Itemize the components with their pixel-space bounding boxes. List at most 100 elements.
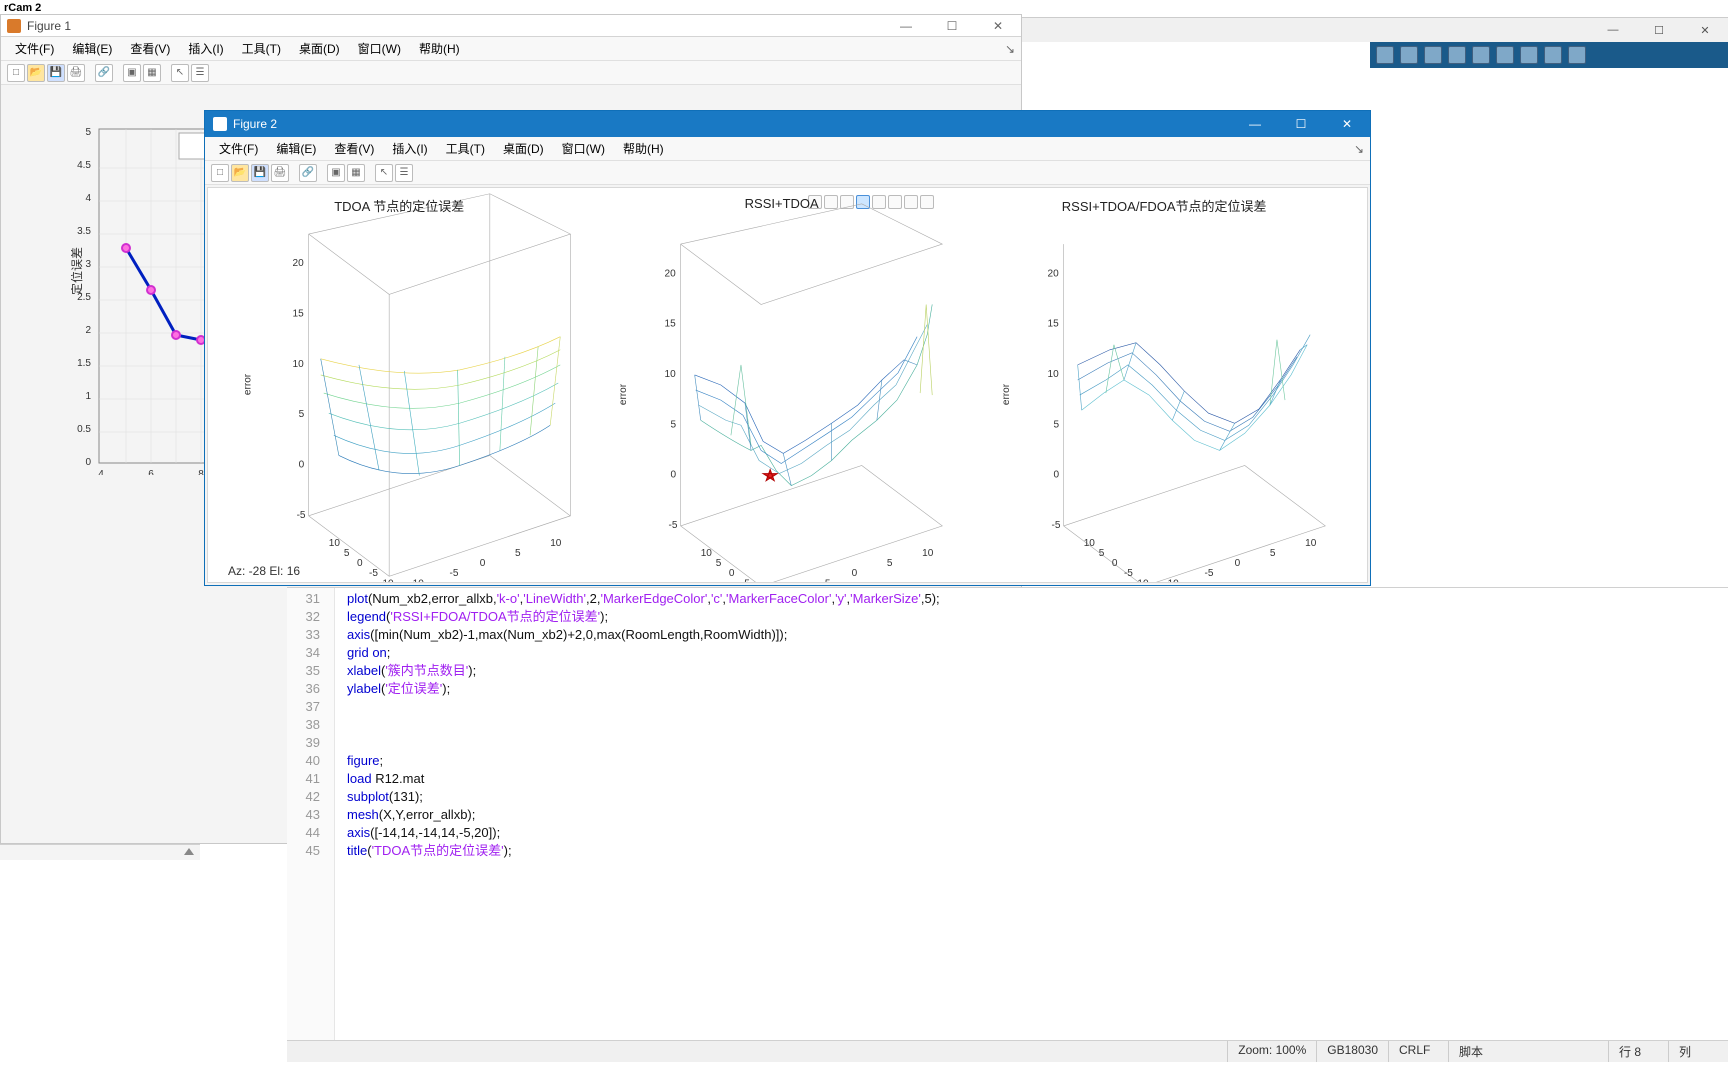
- svg-text:0: 0: [1112, 558, 1118, 569]
- svg-text:error: error: [1001, 383, 1012, 405]
- svg-text:0: 0: [852, 568, 858, 579]
- figure1-close-button[interactable]: ✕: [975, 15, 1021, 37]
- help-icon[interactable]: [1544, 46, 1562, 64]
- svg-text:5: 5: [1270, 548, 1276, 559]
- svg-text:4: 4: [98, 469, 104, 475]
- figure2-minimize-button[interactable]: —: [1232, 111, 1278, 137]
- open-icon[interactable]: 📂: [27, 64, 45, 82]
- menu-overflow-icon[interactable]: ↘: [1005, 42, 1021, 56]
- svg-text:5: 5: [299, 409, 305, 420]
- svg-text:0: 0: [299, 460, 305, 471]
- new-icon[interactable]: □: [211, 164, 229, 182]
- menu-file[interactable]: 文件(F): [7, 38, 62, 59]
- figure2-close-button[interactable]: ✕: [1324, 111, 1370, 137]
- svg-text:5: 5: [1099, 548, 1105, 559]
- svg-text:6: 6: [148, 469, 154, 475]
- figure2-window[interactable]: Figure 2 — ☐ ✕ 文件(F) 编辑(E) 查看(V) 插入(I) 工…: [204, 110, 1371, 586]
- svg-text:5: 5: [671, 419, 677, 430]
- dock-icon[interactable]: ▣: [123, 64, 141, 82]
- status-zoom[interactable]: Zoom: 100%: [1227, 1041, 1316, 1062]
- svg-text:5: 5: [1053, 419, 1059, 430]
- status-col: 列: [1668, 1041, 1728, 1062]
- subplot1-title: TDOA 节点的定位误差: [208, 196, 590, 215]
- subplot3-title: RSSI+TDOA/FDOA节点的定位误差: [973, 196, 1355, 215]
- panel-collapse-handle[interactable]: [0, 844, 200, 860]
- pointer-icon[interactable]: ↖: [375, 164, 393, 182]
- svg-text:10: 10: [665, 369, 677, 380]
- svg-text:15: 15: [293, 309, 305, 320]
- print-icon[interactable]: 🖨: [67, 64, 85, 82]
- azimuth-elevation-readout: Az: -28 El: 16: [228, 564, 300, 578]
- cut-icon[interactable]: [1400, 46, 1418, 64]
- undo-icon[interactable]: [1472, 46, 1490, 64]
- menu-window[interactable]: 窗口(W): [350, 38, 409, 59]
- svg-text:-5: -5: [369, 568, 378, 579]
- svg-text:5: 5: [515, 548, 521, 559]
- code-editor[interactable]: 313233343536373839404142434445 plot(Num_…: [287, 587, 1728, 1046]
- layout-icon[interactable]: ▦: [143, 64, 161, 82]
- save-icon[interactable]: 💾: [47, 64, 65, 82]
- svg-text:-5: -5: [450, 568, 459, 579]
- pointer-icon[interactable]: ↖: [171, 64, 189, 82]
- layout-icon[interactable]: [1520, 46, 1538, 64]
- svg-text:5: 5: [85, 127, 91, 138]
- status-encoding[interactable]: GB18030: [1316, 1041, 1388, 1062]
- search-icon[interactable]: [1568, 46, 1586, 64]
- subplot-1[interactable]: TDOA 节点的定位误差 -50 510: [208, 188, 590, 582]
- figure1-plot[interactable]: 0 0.5 1 1.5 2 2.5 3 3.5 4 4.5 5 4 6 8: [71, 115, 211, 475]
- print-icon[interactable]: 🖨: [271, 164, 289, 182]
- link-icon[interactable]: 🔗: [299, 164, 317, 182]
- list-icon[interactable]: ☰: [395, 164, 413, 182]
- svg-text:error: error: [242, 373, 253, 395]
- paste-icon[interactable]: [1448, 46, 1466, 64]
- matlab-icon: [213, 117, 227, 131]
- menu-view[interactable]: 查看(V): [122, 38, 178, 59]
- menu-desktop[interactable]: 桌面(D): [495, 138, 552, 159]
- link-icon[interactable]: 🔗: [95, 64, 113, 82]
- close-button[interactable]: ✕: [1682, 18, 1728, 42]
- menu-view[interactable]: 查看(V): [326, 138, 382, 159]
- editor-code[interactable]: plot(Num_xb2,error_allxb,'k-o','LineWidt…: [335, 588, 940, 1046]
- svg-text:0: 0: [357, 558, 363, 569]
- svg-text:-5: -5: [741, 578, 750, 582]
- new-icon[interactable]: □: [7, 64, 25, 82]
- save-icon[interactable]: 💾: [251, 164, 269, 182]
- menu-desktop[interactable]: 桌面(D): [291, 38, 348, 59]
- status-filetype[interactable]: 脚本: [1448, 1041, 1608, 1062]
- svg-text:-5: -5: [669, 520, 678, 531]
- copy-icon[interactable]: [1424, 46, 1442, 64]
- menu-help[interactable]: 帮助(H): [411, 38, 468, 59]
- menu-overflow-icon[interactable]: ↘: [1354, 142, 1370, 156]
- list-icon[interactable]: ☰: [191, 64, 209, 82]
- menu-tools[interactable]: 工具(T): [234, 38, 289, 59]
- subplot-3[interactable]: RSSI+TDOA/FDOA节点的定位误差 -50 510 1520 error: [973, 188, 1355, 582]
- layout-icon[interactable]: ▦: [347, 164, 365, 182]
- svg-text:-10: -10: [379, 578, 394, 582]
- svg-text:20: 20: [1047, 268, 1059, 279]
- menu-tools[interactable]: 工具(T): [438, 138, 493, 159]
- save-icon[interactable]: [1376, 46, 1394, 64]
- figure2-maximize-button[interactable]: ☐: [1278, 111, 1324, 137]
- menu-help[interactable]: 帮助(H): [615, 138, 672, 159]
- svg-text:-10: -10: [1134, 578, 1149, 582]
- svg-text:15: 15: [665, 319, 677, 330]
- subplot-2[interactable]: RSSI+TDOA -50 510 1520 error: [590, 188, 972, 582]
- menu-window[interactable]: 窗口(W): [554, 138, 613, 159]
- status-bar: Zoom: 100% GB18030 CRLF 脚本 行 8 列: [287, 1040, 1728, 1062]
- menu-edit[interactable]: 编辑(E): [268, 138, 324, 159]
- minimize-button[interactable]: —: [1590, 18, 1636, 42]
- dock-icon[interactable]: ▣: [327, 164, 345, 182]
- figure1-maximize-button[interactable]: ☐: [929, 15, 975, 37]
- open-icon[interactable]: 📂: [231, 164, 249, 182]
- svg-text:10: 10: [701, 548, 713, 559]
- svg-text:0: 0: [671, 470, 677, 481]
- menu-insert[interactable]: 插入(I): [384, 138, 435, 159]
- menu-edit[interactable]: 编辑(E): [64, 38, 120, 59]
- status-lineending[interactable]: CRLF: [1388, 1041, 1448, 1062]
- menu-insert[interactable]: 插入(I): [180, 38, 231, 59]
- maximize-button[interactable]: ☐: [1636, 18, 1682, 42]
- menu-file[interactable]: 文件(F): [211, 138, 266, 159]
- figure1-minimize-button[interactable]: —: [883, 15, 929, 37]
- switch-icon[interactable]: [1496, 46, 1514, 64]
- svg-text:5: 5: [344, 548, 350, 559]
